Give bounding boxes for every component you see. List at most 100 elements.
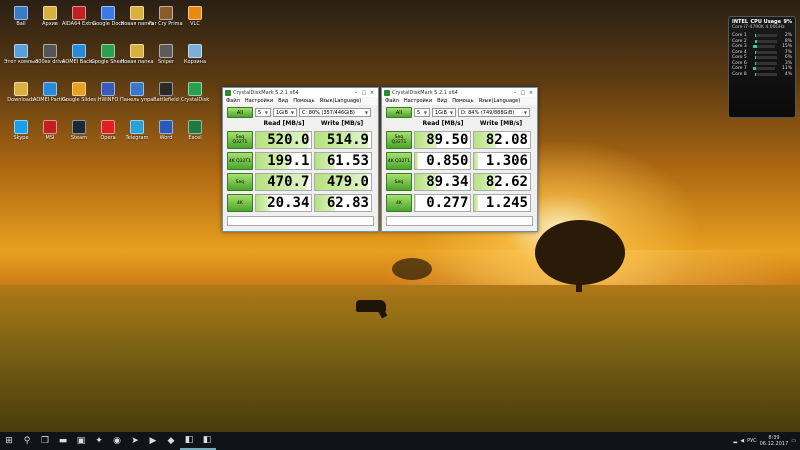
search-icon[interactable]: ⚲	[18, 432, 36, 450]
test-button[interactable]: 4K Q32T1	[227, 152, 253, 170]
app-icon	[188, 44, 202, 58]
volume-icon[interactable]: ◀	[740, 438, 744, 444]
start-icon[interactable]: ⊞	[0, 432, 18, 450]
task-view-icon[interactable]: ❐	[36, 432, 54, 450]
comment-field[interactable]	[227, 216, 374, 226]
menu-item[interactable]: Язык(Language)	[479, 98, 521, 104]
test-button[interactable]: 4K	[386, 194, 412, 212]
app-icon	[43, 82, 57, 96]
write-header: Write [MB/s]	[479, 120, 523, 127]
menu-item[interactable]: Язык(Language)	[320, 98, 362, 104]
network-icon[interactable]: ▂	[733, 438, 737, 444]
minimize-button[interactable]: –	[511, 90, 519, 96]
test-button[interactable]: Seq Q32T1	[386, 131, 412, 149]
core-usage-bar	[754, 34, 777, 37]
aida-icon[interactable]: ◆	[162, 432, 180, 450]
test-count-select[interactable]: 5 ▼	[414, 108, 430, 117]
app-icon	[72, 120, 86, 134]
menu-bar: Файл Настройки Вид Помощь Язык(Language)	[223, 97, 378, 105]
file-explorer-icon[interactable]: ▬	[54, 432, 72, 450]
store-icon[interactable]: ▣	[72, 432, 90, 450]
crystaldiskmark-window-d[interactable]: CrystalDiskMark 5.2.1 x64 – □ × Файл Настройк…	[381, 87, 538, 232]
test-size-value: 1GiB	[435, 109, 447, 116]
write-result: 479.0	[314, 173, 372, 191]
youtube-icon[interactable]: ▶	[144, 432, 162, 450]
test-count-select[interactable]: 5 ▼	[255, 108, 271, 117]
all-button[interactable]: All	[386, 107, 412, 118]
menu-item[interactable]: Вид	[278, 98, 288, 104]
test-button[interactable]: 4K	[227, 194, 253, 212]
notifications-icon[interactable]: ▭	[791, 438, 796, 444]
result-row: Seq Q32T1 520.0 514.9	[223, 131, 378, 149]
app-icon	[188, 6, 202, 20]
test-button[interactable]: 4K Q32T1	[386, 152, 412, 170]
menu-item[interactable]: Файл	[226, 98, 240, 104]
drive-select[interactable]: D: 84% (749/888GiB) ▼	[458, 108, 530, 117]
cpu-usage-gadget[interactable]: INTEL CPU Usage 9% Core i7-4790K 4.00GHz…	[728, 16, 796, 118]
cpu-model: Core i7-4790K 4.00GHz	[732, 25, 785, 30]
close-button[interactable]: ×	[527, 90, 535, 96]
menu-item[interactable]: Файл	[385, 98, 399, 104]
desktop-icon[interactable]: VLC	[178, 6, 212, 40]
antivirus-icon[interactable]: ✦	[90, 432, 108, 450]
desktop-icon-label: Telegram	[125, 135, 149, 141]
window-titlebar[interactable]: CrystalDiskMark 5.2.1 x64 – □ ×	[382, 88, 537, 97]
crystaldiskmark-icon[interactable]: ◧	[198, 432, 216, 450]
crystaldiskmark-window-c[interactable]: CrystalDiskMark 5.2.1 x64 – □ × Файл Настройк…	[222, 87, 379, 232]
read-value: 0.277	[426, 195, 469, 211]
window-titlebar[interactable]: CrystalDiskMark 5.2.1 x64 – □ ×	[223, 88, 378, 97]
write-value: 82.62	[485, 174, 528, 190]
app-icon	[14, 82, 28, 96]
desktop-icon[interactable]: Корзина	[178, 44, 212, 78]
write-value: 82.08	[485, 132, 528, 148]
desktop-icon-label: Ball	[16, 21, 26, 27]
maximize-button[interactable]: □	[360, 90, 368, 96]
write-level-bar	[474, 195, 479, 211]
test-size-select[interactable]: 1GiB ▼	[273, 108, 297, 117]
read-result: 0.850	[413, 152, 472, 170]
maximize-button[interactable]: □	[519, 90, 527, 96]
read-header: Read [MB/s]	[263, 120, 305, 127]
test-button[interactable]: Seq	[386, 173, 412, 191]
desktop-icon-label: Opera	[100, 135, 116, 141]
menu-item[interactable]: Вид	[437, 98, 447, 104]
result-row: 4K Q32T1 199.1 61.53	[223, 152, 378, 170]
chrome-icon[interactable]: ◉	[108, 432, 126, 450]
telegram-icon[interactable]: ➤	[126, 432, 144, 450]
app-icon	[72, 82, 86, 96]
close-button[interactable]: ×	[368, 90, 376, 96]
app-icon	[188, 82, 202, 96]
menu-item[interactable]: Помощь	[293, 98, 314, 104]
app-icon	[159, 6, 173, 20]
test-size-select[interactable]: 1GiB ▼	[432, 108, 456, 117]
clock[interactable]: 8:39 06.12.2017	[760, 435, 789, 447]
write-result: 82.08	[473, 131, 531, 149]
test-button[interactable]: Seq Q32T1	[227, 131, 253, 149]
drive-select[interactable]: C: 80% (357/446GiB) ▼	[299, 108, 371, 117]
minimize-button[interactable]: –	[352, 90, 360, 96]
comment-field[interactable]	[386, 216, 533, 226]
app-icon	[101, 6, 115, 20]
desktop-icon-label: Steam	[70, 135, 88, 141]
menu-bar: Файл Настройки Вид Помощь Язык(Language)	[382, 97, 537, 105]
all-button[interactable]: All	[227, 107, 253, 118]
menu-item[interactable]: Настройки	[404, 98, 432, 104]
menu-item[interactable]: Помощь	[452, 98, 473, 104]
app-icon	[130, 44, 144, 58]
desktop-icon[interactable]: Excel	[178, 120, 212, 154]
desktop-icon-label: Sniper	[157, 59, 175, 65]
desktop-icon[interactable]: CrystalDisk	[178, 82, 212, 116]
write-result: 61.53	[314, 152, 372, 170]
menu-item[interactable]: Настройки	[245, 98, 273, 104]
test-button[interactable]: Seq	[227, 173, 253, 191]
app-icon	[14, 44, 28, 58]
result-row: 4K 0.277 1.245	[382, 194, 537, 212]
app-icon	[43, 6, 57, 20]
core-usage-bar	[753, 45, 776, 48]
desktop-icon-label: Battlefield	[153, 97, 179, 103]
app-icon	[72, 6, 86, 20]
crystaldiskmark-icon[interactable]: ◧	[180, 432, 198, 450]
cpu-core-row: Core 8 4%	[732, 72, 792, 78]
language-indicator[interactable]: РУС	[747, 438, 757, 444]
result-row: 4K 20.34 62.83	[223, 194, 378, 212]
